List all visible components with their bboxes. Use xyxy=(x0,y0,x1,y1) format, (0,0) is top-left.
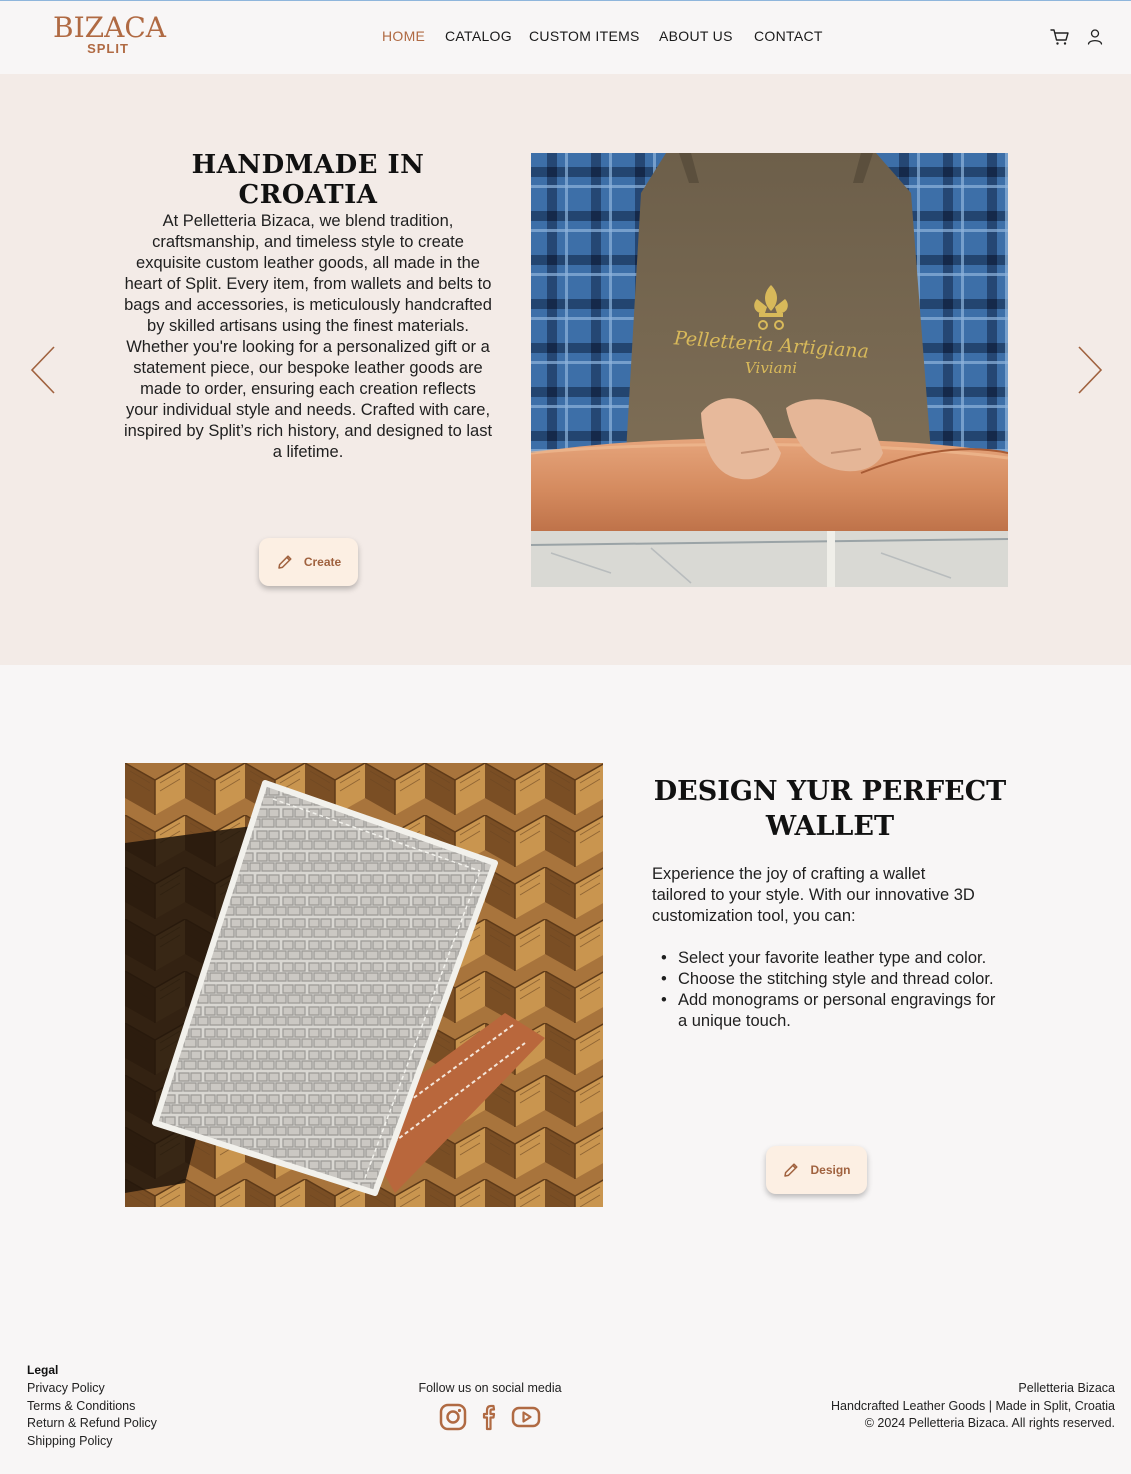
carousel-next-button[interactable] xyxy=(1075,345,1105,395)
nav-contact[interactable]: CONTACT xyxy=(754,28,823,44)
design-button-label: Design xyxy=(810,1163,851,1177)
legal-heading: Legal xyxy=(27,1363,59,1377)
main-nav: HOME CATALOG CUSTOM ITEMS ABOUT US CONTA… xyxy=(0,28,1131,48)
company-name: Pelletteria Bizaca xyxy=(1018,1381,1115,1395)
hero-section: HANDMADE IN CROATIA At Pelletteria Bizac… xyxy=(0,74,1131,665)
user-icon[interactable] xyxy=(1085,27,1105,47)
facebook-icon[interactable] xyxy=(475,1402,505,1432)
company-info: Pelletteria Bizaca Handcrafted Leather G… xyxy=(831,1380,1115,1433)
pencil-icon xyxy=(278,555,292,569)
instagram-icon[interactable] xyxy=(438,1402,468,1432)
svg-text:Viviani: Viviani xyxy=(745,359,797,377)
create-button[interactable]: Create xyxy=(259,538,358,586)
nav-about-us[interactable]: ABOUT US xyxy=(659,28,733,44)
design-title: DESIGN YUR PERFECT WALLET xyxy=(653,776,1007,842)
legal-links: Privacy Policy Terms & Conditions Return… xyxy=(27,1380,157,1450)
copyright-text: © 2024 Pelletteria Bizaca. All rights re… xyxy=(864,1416,1115,1430)
carousel-prev-button[interactable] xyxy=(28,345,58,395)
wallet-image xyxy=(125,763,603,1207)
pencil-icon xyxy=(784,1163,799,1177)
hero-description: At Pelletteria Bizaca, we blend traditio… xyxy=(123,212,493,461)
youtube-icon[interactable] xyxy=(511,1402,541,1432)
nav-home[interactable]: HOME xyxy=(382,28,425,44)
list-item: Choose the stitching style and thread co… xyxy=(661,969,998,990)
site-header: BIZACA SPLIT HOME CATALOG CUSTOM ITEMS A… xyxy=(0,1,1131,74)
hero-title: HANDMADE IN CROATIA xyxy=(191,150,425,210)
list-item: Add monograms or personal engravings for… xyxy=(661,990,998,1032)
terms-link[interactable]: Terms & Conditions xyxy=(27,1398,157,1416)
create-button-label: Create xyxy=(303,555,342,569)
shipping-policy-link[interactable]: Shipping Policy xyxy=(27,1433,157,1451)
privacy-policy-link[interactable]: Privacy Policy xyxy=(27,1380,157,1398)
site-footer: Legal Privacy Policy Terms & Conditions … xyxy=(0,1340,1131,1474)
refund-policy-link[interactable]: Return & Refund Policy xyxy=(27,1415,157,1433)
company-tagline: Handcrafted Leather Goods | Made in Spli… xyxy=(831,1398,1115,1413)
design-feature-list: Select your favorite leather type and co… xyxy=(661,948,998,1032)
nav-catalog[interactable]: CATALOG xyxy=(445,28,512,44)
cart-icon[interactable] xyxy=(1050,27,1070,47)
nav-custom-items[interactable]: CUSTOM ITEMS xyxy=(529,28,640,44)
list-item: Select your favorite leather type and co… xyxy=(661,948,998,969)
hero-artisan-image: Pelletteria Artigiana Viviani xyxy=(531,153,1008,587)
social-heading: Follow us on social media xyxy=(418,1381,562,1395)
design-intro: Experience the joy of crafting a wallet … xyxy=(652,865,975,925)
design-button[interactable]: Design xyxy=(766,1146,867,1194)
